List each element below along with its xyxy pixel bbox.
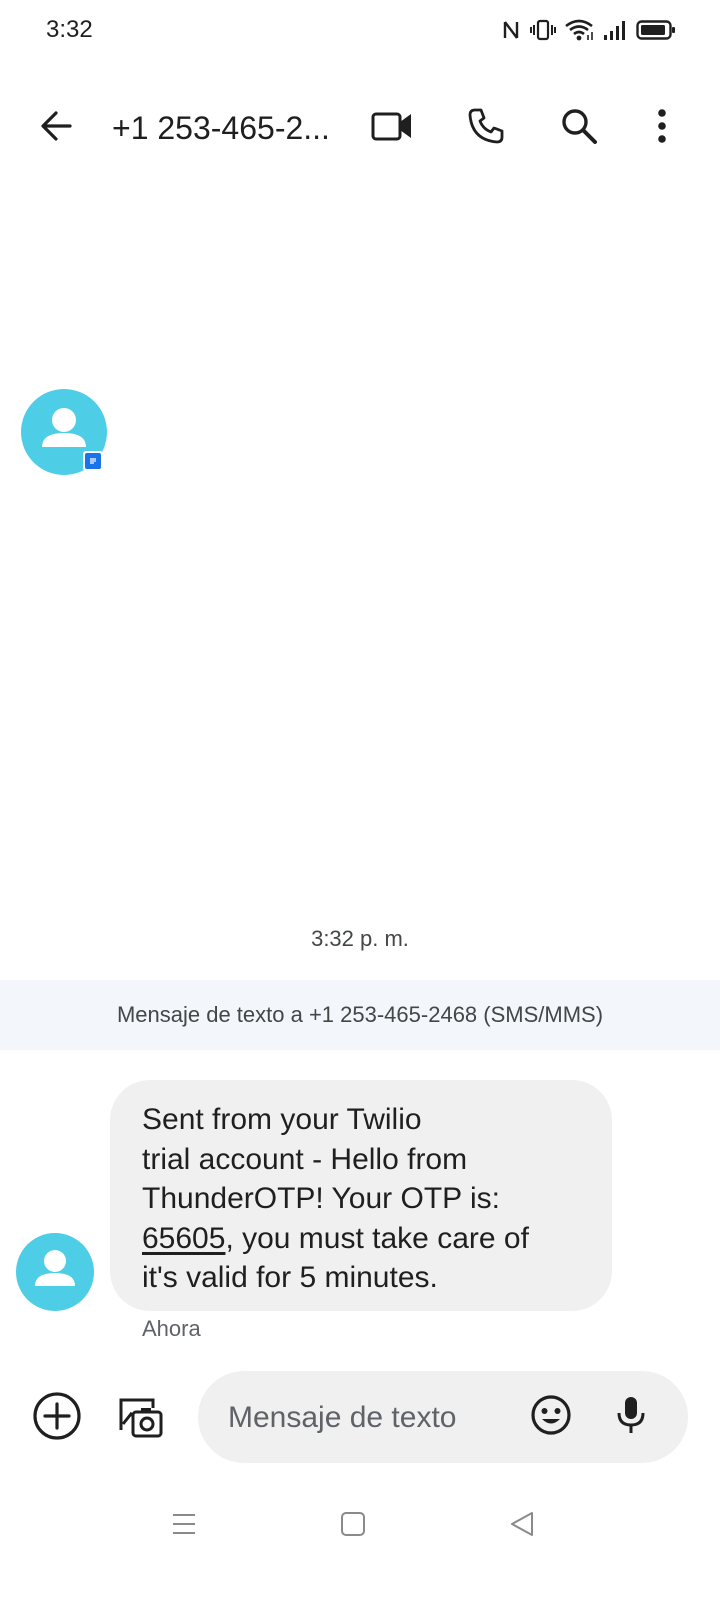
message-line-rest: , you must take care of (225, 1221, 529, 1255)
message-badge-icon (85, 453, 101, 469)
navigation-bar (0, 1496, 720, 1556)
search-button[interactable] (555, 104, 603, 152)
message-line: Sent from your Twilio (142, 1103, 422, 1136)
signal-icon (602, 18, 628, 42)
battery-icon (636, 18, 676, 42)
messages-screen: 3:32 +1 253-465-2... 3:32 p. m. Mensaje … (0, 0, 720, 1600)
voice-input-button[interactable] (607, 1393, 655, 1441)
back-icon (508, 1510, 536, 1543)
sms-info-text: Mensaje de texto a +1 253-465-2468 (SMS/… (116, 1002, 604, 1027)
conversation-title[interactable]: +1 253-465-2... (112, 108, 352, 148)
add-attachment-button[interactable] (29, 1390, 85, 1446)
phone-call-button[interactable] (462, 104, 510, 152)
search-icon (559, 106, 599, 151)
message-input[interactable] (226, 1393, 520, 1443)
otp-code-link[interactable]: 65605 (142, 1222, 225, 1255)
status-bar: 3:32 (0, 0, 720, 64)
avatar (16, 1233, 94, 1311)
back-button[interactable] (32, 104, 80, 152)
recents-button[interactable] (162, 1506, 206, 1546)
person-icon (35, 1250, 75, 1286)
mic-icon (611, 1393, 651, 1442)
rcs-badge (83, 451, 103, 471)
gallery-button[interactable] (111, 1390, 167, 1446)
message-line: 65605, you must take care of (142, 1219, 582, 1259)
message-compose-field[interactable] (198, 1371, 688, 1463)
video-call-button[interactable] (368, 104, 416, 152)
wifi-icon (564, 18, 594, 42)
status-icons (502, 18, 676, 42)
add-icon (31, 1390, 83, 1447)
contact-avatar[interactable] (21, 389, 107, 475)
emoji-button[interactable] (527, 1393, 575, 1441)
vibrate-icon (530, 18, 556, 42)
sender-avatar[interactable] (16, 1233, 94, 1311)
app-bar: +1 253-465-2... (0, 92, 720, 164)
more-vert-icon (656, 108, 668, 149)
video-call-icon (370, 108, 414, 149)
message-bubble[interactable]: Sent from your Twilio trial account - He… (110, 1080, 612, 1311)
sms-info-banner: Mensaje de texto a +1 253-465-2468 (SMS/… (0, 980, 720, 1050)
phone-icon (466, 106, 506, 151)
more-options-button[interactable] (638, 104, 686, 152)
message-line: trial account - Hello from (142, 1142, 468, 1176)
message-text: Sent from your Twilio trial account - He… (142, 1100, 582, 1298)
home-button[interactable] (331, 1506, 375, 1546)
message-line: it's valid for 5 minutes. (142, 1261, 438, 1294)
nfc-icon (502, 18, 522, 42)
status-time: 3:32 (46, 16, 93, 43)
back-arrow-icon (38, 108, 74, 149)
message-line: ThunderOTP! Your OTP is: (142, 1182, 500, 1215)
message-timestamp: 3:32 p. m. (311, 926, 409, 951)
system-back-button[interactable] (500, 1506, 544, 1546)
message-time: Ahora (142, 1316, 201, 1341)
gallery-icon (113, 1390, 165, 1447)
emoji-icon (529, 1393, 573, 1442)
home-icon (339, 1510, 367, 1543)
menu-icon (170, 1510, 198, 1543)
